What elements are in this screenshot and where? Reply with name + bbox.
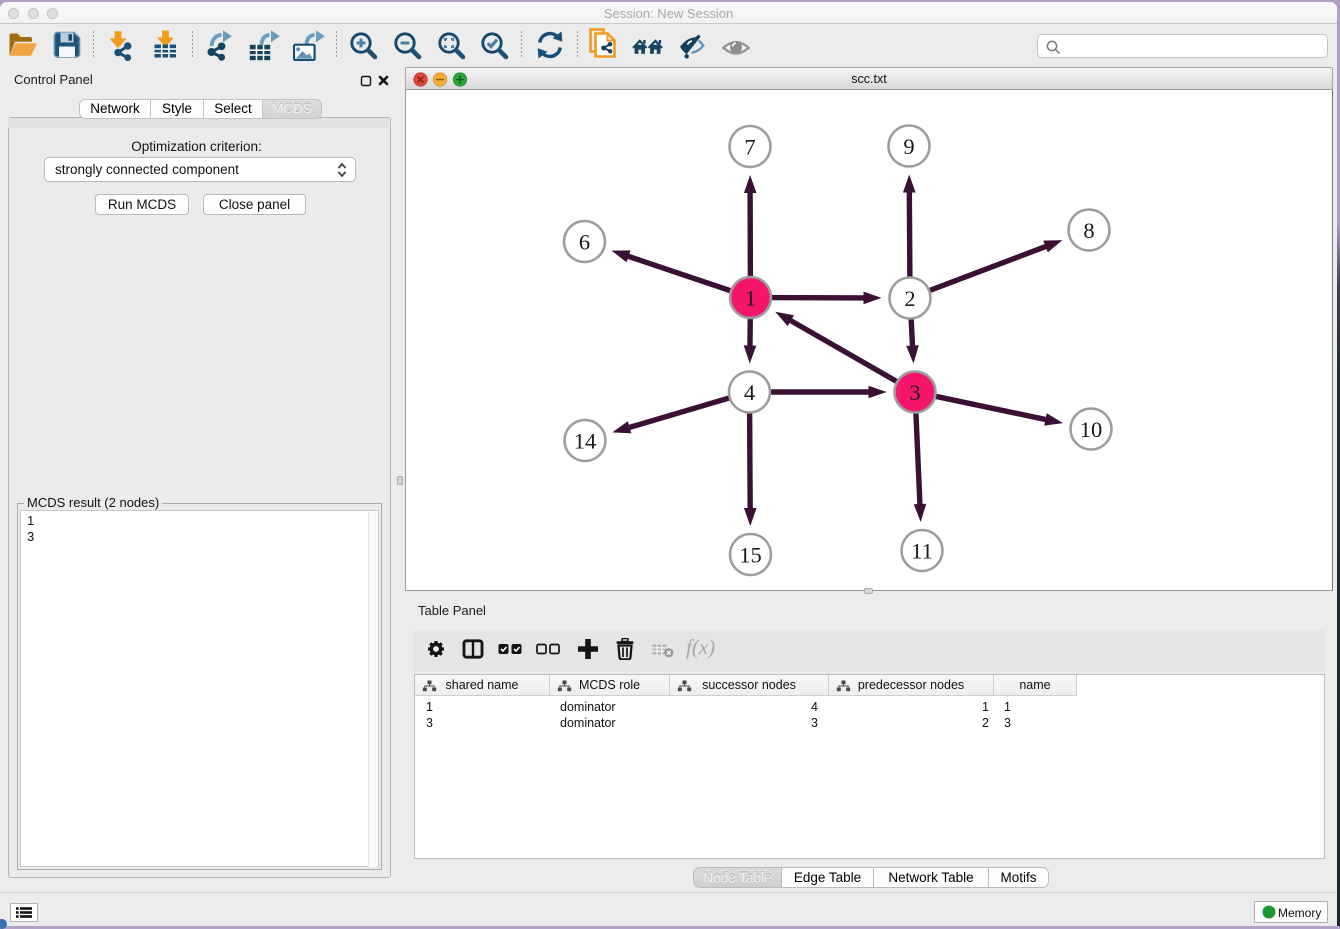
svg-text:7: 7 — [744, 135, 755, 160]
svg-text:2: 2 — [904, 286, 915, 311]
svg-text:15: 15 — [739, 543, 762, 568]
svg-text:4: 4 — [744, 380, 755, 405]
svg-text:9: 9 — [903, 134, 914, 159]
svg-text:3: 3 — [909, 380, 920, 405]
svg-text:8: 8 — [1083, 218, 1094, 243]
svg-text:14: 14 — [574, 429, 597, 454]
svg-text:11: 11 — [911, 539, 933, 564]
svg-text:10: 10 — [1080, 417, 1103, 442]
svg-text:1: 1 — [745, 286, 756, 311]
svg-text:6: 6 — [579, 230, 590, 255]
